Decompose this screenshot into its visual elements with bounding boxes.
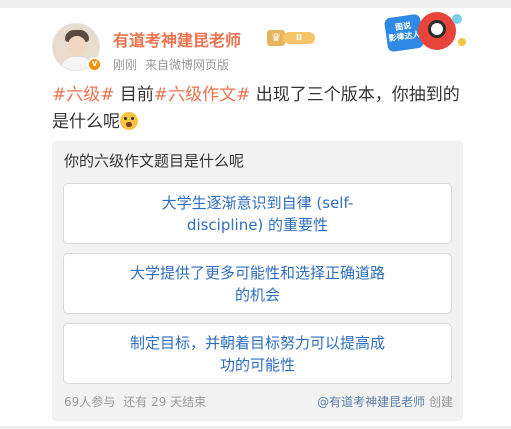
poll-option-3[interactable]: 制定目标，并朝着目标努力可以提高成功的可能性 <box>63 323 452 384</box>
poll-option-2[interactable]: 大学提供了更多可能性和选择正确道路的机会 <box>63 253 452 314</box>
topic-link-cet6-essay[interactable]: #六级作文# <box>154 85 251 105</box>
poll-creator-link[interactable]: @有道考神建昆老师 <box>317 395 425 409</box>
topic-link-cet6[interactable]: #六级# <box>52 85 115 105</box>
poll-option-label: 大学生逐渐意识到自律 (self-discipline) 的重要性 <box>161 193 354 234</box>
poll-option-1[interactable]: 大学生逐渐意识到自律 (self-discipline) 的重要性 <box>63 183 452 244</box>
post-time[interactable]: 刚刚 <box>113 58 137 72</box>
poll-created-label: 创建 <box>428 395 453 409</box>
poll-option-label: 制定目标，并朝着目标努力可以提高成功的可能性 <box>129 333 385 374</box>
post-text-part1: 目前 <box>114 85 154 105</box>
top-divider <box>0 0 511 8</box>
poll-participants: 69人参与 <box>64 395 116 409</box>
poll-title: 你的六级作文题目是什么呢 <box>64 152 245 170</box>
poll-card: 你的六级作文题目是什么呢 大学生逐渐意识到自律 (self-discipline… <box>52 141 463 421</box>
vip-badge-icon[interactable]: ♛ II <box>267 29 317 47</box>
scared-face-emoji-icon <box>120 112 138 130</box>
poll-footer: 69人参与 还有 29 天结束 @有道考神建昆老师 创建 <box>64 393 453 410</box>
vip-level: II <box>283 32 315 44</box>
poll-creator-info: @有道考神建昆老师 创建 <box>317 393 453 410</box>
poll-remaining: 还有 29 天结束 <box>123 395 207 409</box>
mascot-sticker-icon: 图说 影律达人 <box>383 10 474 58</box>
post-text: #六级# 目前#六级作文# 出现了三个版本，你抽到的是什么呢 <box>52 82 472 136</box>
post-meta: 刚刚 来自微博网页版 <box>113 56 237 73</box>
post-source: 来自微博网页版 <box>145 58 230 72</box>
poll-option-label: 大学提供了更多可能性和选择正确道路的机会 <box>129 263 385 304</box>
username-link[interactable]: 有道考神建昆老师 <box>113 27 241 51</box>
verified-badge-icon: v <box>87 57 102 72</box>
